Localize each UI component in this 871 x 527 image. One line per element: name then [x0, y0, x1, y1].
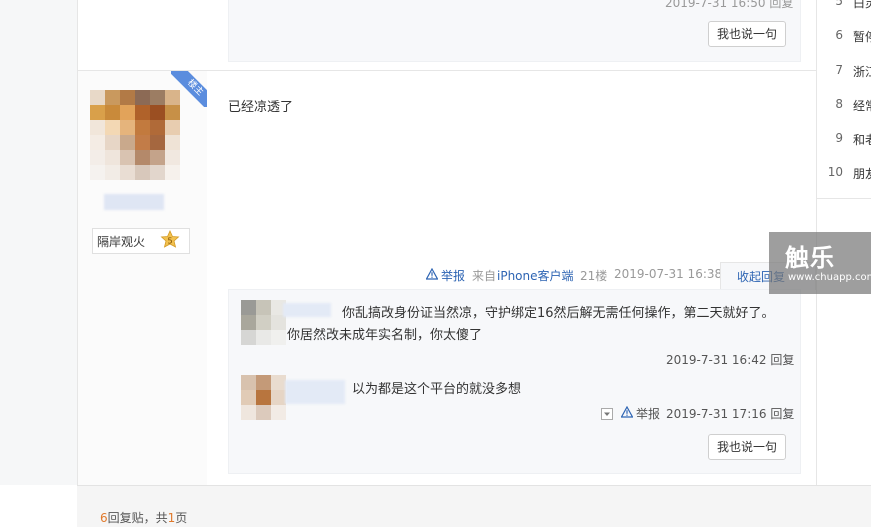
rank-number: 5 [835, 0, 843, 8]
sidebar-item[interactable]: 暂停 [853, 28, 871, 45]
reply-meta: 2019-7-31 16:42 回复 [666, 353, 795, 367]
say-something-button[interactable]: 我也说一句 [708, 21, 786, 47]
rank-number: 9 [835, 131, 843, 145]
post-content: 已经凉透了 [228, 100, 294, 115]
sidebar-item[interactable]: 经常 [853, 97, 871, 114]
reply-count: 6 [100, 511, 108, 525]
post-time: 2019-07-31 16:38 [614, 267, 723, 281]
chevron-down-icon [604, 412, 610, 416]
left-rail [0, 0, 77, 485]
client-link[interactable]: iPhone客户端 [497, 267, 574, 284]
sidebar-item[interactable]: 浙江 [853, 63, 871, 80]
reply-avatar[interactable] [241, 300, 286, 345]
pager-label: 回复贴，共 [107, 511, 168, 525]
lz-badge: 楼主 [171, 71, 207, 107]
warning-icon [621, 406, 633, 418]
right-sidebar: 5 白灵 6 暂停 7 浙江 8 经常 9 和老 10 朋友 [817, 0, 871, 200]
author-ribbon: 楼主 [171, 71, 207, 107]
username[interactable] [104, 194, 164, 210]
reply-username[interactable] [285, 380, 345, 404]
report-link[interactable]: 举报 [636, 405, 660, 422]
report-link[interactable]: 举报 [441, 267, 465, 284]
level-number: 5 [167, 237, 172, 246]
sidebar-item[interactable]: 白灵 [853, 0, 871, 11]
watermark-logo: 触乐 [785, 244, 835, 272]
rank-number: 10 [827, 165, 843, 179]
reply-text: 你乱搞改身份证当然凉，守护绑定16然后解无需任何操作，第二天就好了。你居然改未成… [287, 306, 775, 343]
client-prefix: 来自 [472, 269, 497, 283]
sidebar-divider [817, 198, 871, 199]
pager-bar [77, 485, 871, 527]
say-something-button[interactable]: 我也说一句 [708, 434, 786, 460]
sidebar-item[interactable]: 朋友 [853, 165, 871, 182]
pager-label-end: 页 [175, 511, 188, 525]
rank-number: 8 [835, 97, 843, 111]
warning-icon [426, 268, 438, 280]
reply-avatar[interactable] [241, 375, 286, 420]
avatar[interactable] [90, 90, 180, 180]
sidebar-item[interactable]: 和老 [853, 131, 871, 148]
reply-text: 以为都是这个平台的就没多想 [352, 382, 522, 397]
level-star-icon: 5 [160, 230, 180, 248]
rank-number: 7 [835, 63, 843, 77]
pager-summary: 6回复贴，共1页 [100, 509, 187, 526]
level-name: 隔岸观火 [97, 235, 146, 249]
rank-number: 6 [835, 28, 843, 42]
watermark-url: www.chuapp.com [788, 272, 871, 283]
previous-reply-meta: 2019-7-31 16:50 回复 [665, 0, 794, 10]
floor-number: 21楼 [580, 269, 608, 283]
dropdown-button[interactable] [601, 408, 613, 420]
reply-meta: 2019-7-31 17:16 回复 [666, 407, 795, 421]
